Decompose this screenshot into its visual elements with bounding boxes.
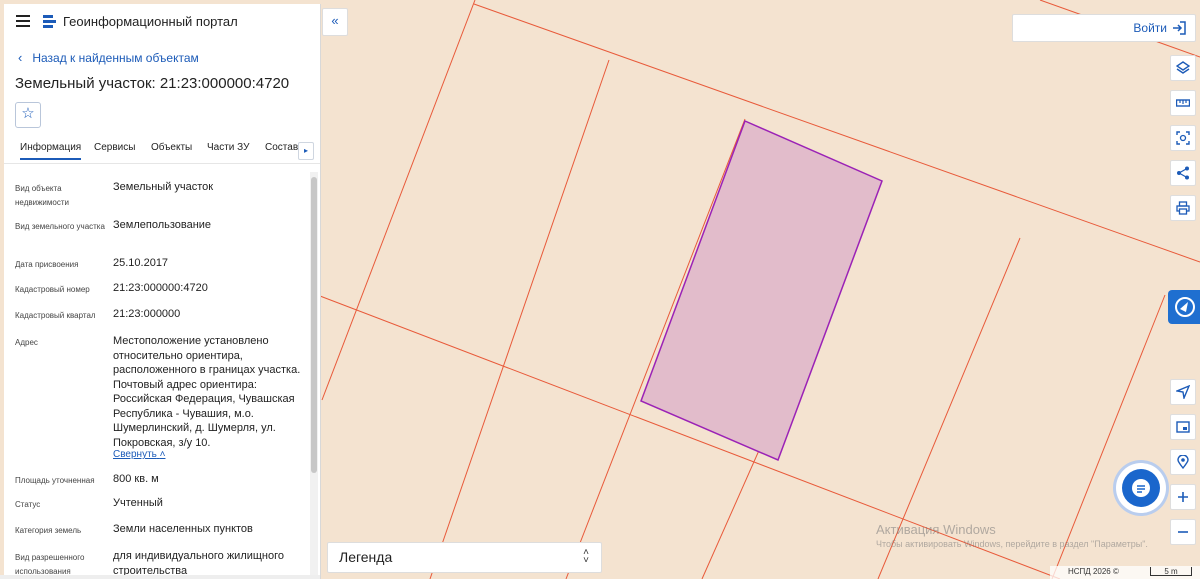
- info-value: 800 кв. м: [113, 473, 159, 485]
- info-panel: Геоинформационный портал ‹ Назад к найден…: [4, 4, 321, 579]
- minimap-button[interactable]: [1170, 414, 1196, 440]
- share-icon: [1177, 166, 1189, 180]
- info-label: Кадастровый номер: [15, 285, 90, 294]
- print-icon: [1176, 201, 1190, 215]
- legend-label: Легенда: [339, 549, 393, 565]
- login-button[interactable]: Войти: [1012, 14, 1196, 42]
- zoom-in-icon: [1178, 492, 1188, 502]
- locate-icon: [1176, 385, 1190, 399]
- login-label: Войти: [1133, 21, 1167, 35]
- minimap-icon: [1176, 421, 1190, 433]
- collapse-link[interactable]: Свернуть ˄: [113, 449, 165, 460]
- geolocation-button[interactable]: [1170, 449, 1196, 475]
- info-value: Землепользование: [113, 219, 212, 231]
- assistant-icon: [1175, 297, 1195, 317]
- zoom-out-button[interactable]: [1170, 519, 1196, 545]
- info-label: Площадь уточненная: [15, 476, 95, 485]
- info-label: Категория земель: [15, 526, 82, 535]
- zoom-out-icon: [1178, 531, 1188, 533]
- tab-bar: Информация Сервисы Объекты Части ЗУ Сост…: [4, 137, 320, 164]
- activation-watermark-title: Активация Windows: [876, 522, 996, 537]
- info-value: для индивидуального жилищного строительс…: [113, 550, 285, 577]
- chevron-up-icon: ˄: [159, 449, 166, 460]
- status-strip: [0, 575, 320, 579]
- tab-objects[interactable]: Объекты: [151, 142, 192, 153]
- back-link[interactable]: ‹ Назад к найденным объектам: [18, 50, 199, 65]
- print-button[interactable]: [1170, 195, 1196, 221]
- tab-parts[interactable]: Части ЗУ: [207, 142, 249, 153]
- info-value: 21:23:000000:4720: [113, 282, 208, 294]
- info-label: Вид объекта недвижимости: [15, 184, 69, 207]
- layers-button[interactable]: [1170, 55, 1196, 81]
- portal-logo-icon: [43, 15, 56, 28]
- login-icon: [1173, 21, 1186, 35]
- info-value: 25.10.2017: [113, 257, 169, 269]
- info-value: Земли населенных пунктов: [113, 523, 253, 535]
- chat-button-circle: [1122, 469, 1160, 507]
- scrollbar-thumb[interactable]: [311, 177, 317, 473]
- select-area-icon: [1176, 131, 1190, 145]
- panel-header: Геоинформационный портал: [4, 4, 320, 40]
- info-label: Кадастровый квартал: [15, 311, 96, 320]
- info-label: Статус: [15, 500, 41, 509]
- chat-button[interactable]: [1116, 463, 1166, 513]
- object-title: Земельный участок: 21:23:000000:4720: [15, 75, 290, 92]
- zoom-in-button[interactable]: [1170, 484, 1196, 510]
- back-link-label: Назад к найденным объектам: [32, 51, 199, 65]
- info-value: Учтенный: [113, 497, 163, 509]
- info-label: Вид земельного участка: [15, 222, 105, 231]
- chevron-left-icon: ‹: [18, 50, 23, 65]
- assistant-tab[interactable]: [1168, 290, 1200, 324]
- menu-icon[interactable]: [16, 15, 30, 27]
- star-icon[interactable]: ☆: [15, 102, 41, 128]
- portal-title: Геоинформационный портал: [63, 14, 238, 29]
- locate-button[interactable]: [1170, 379, 1196, 405]
- select-area-button[interactable]: [1170, 125, 1196, 151]
- legend-dropdown[interactable]: Легенда ˄ ˅: [327, 542, 602, 573]
- ruler-button[interactable]: [1170, 90, 1196, 116]
- info-value: Местоположение установлено относительно …: [113, 335, 301, 449]
- tab-services[interactable]: Сервисы: [94, 142, 135, 153]
- map-attribution: НСПД 2026 © 5 m: [1050, 566, 1200, 579]
- chat-icon: [1132, 479, 1150, 497]
- double-chevron-left-icon[interactable]: «: [322, 8, 348, 36]
- info-value: Земельный участок: [113, 181, 214, 193]
- tab-info[interactable]: Информация: [20, 142, 82, 160]
- collapse-link-label: Свернуть: [113, 449, 157, 460]
- info-scrollbar[interactable]: [310, 172, 318, 579]
- share-button[interactable]: [1170, 160, 1196, 186]
- chevron-updown-icon: ˄ ˅: [583, 547, 589, 566]
- info-list: Вид объекта недвижимости Земельный участ…: [4, 172, 310, 579]
- tabs-next-button[interactable]: ▸: [298, 142, 314, 160]
- info-label: Дата присвоения: [15, 260, 79, 269]
- info-label: Адрес: [15, 338, 38, 347]
- layers-icon: [1176, 61, 1190, 74]
- tab-composition[interactable]: Состав: [265, 142, 298, 153]
- scale-bar: 5 m: [1150, 567, 1192, 576]
- info-value: 21:23:000000: [113, 308, 181, 320]
- copyright-text: НСПД 2026 ©: [1068, 567, 1119, 576]
- ruler-icon: [1176, 99, 1190, 107]
- geolocation-icon: [1177, 455, 1189, 469]
- activation-watermark-text: Чтобы активировать Windows, перейдите в …: [876, 539, 1148, 549]
